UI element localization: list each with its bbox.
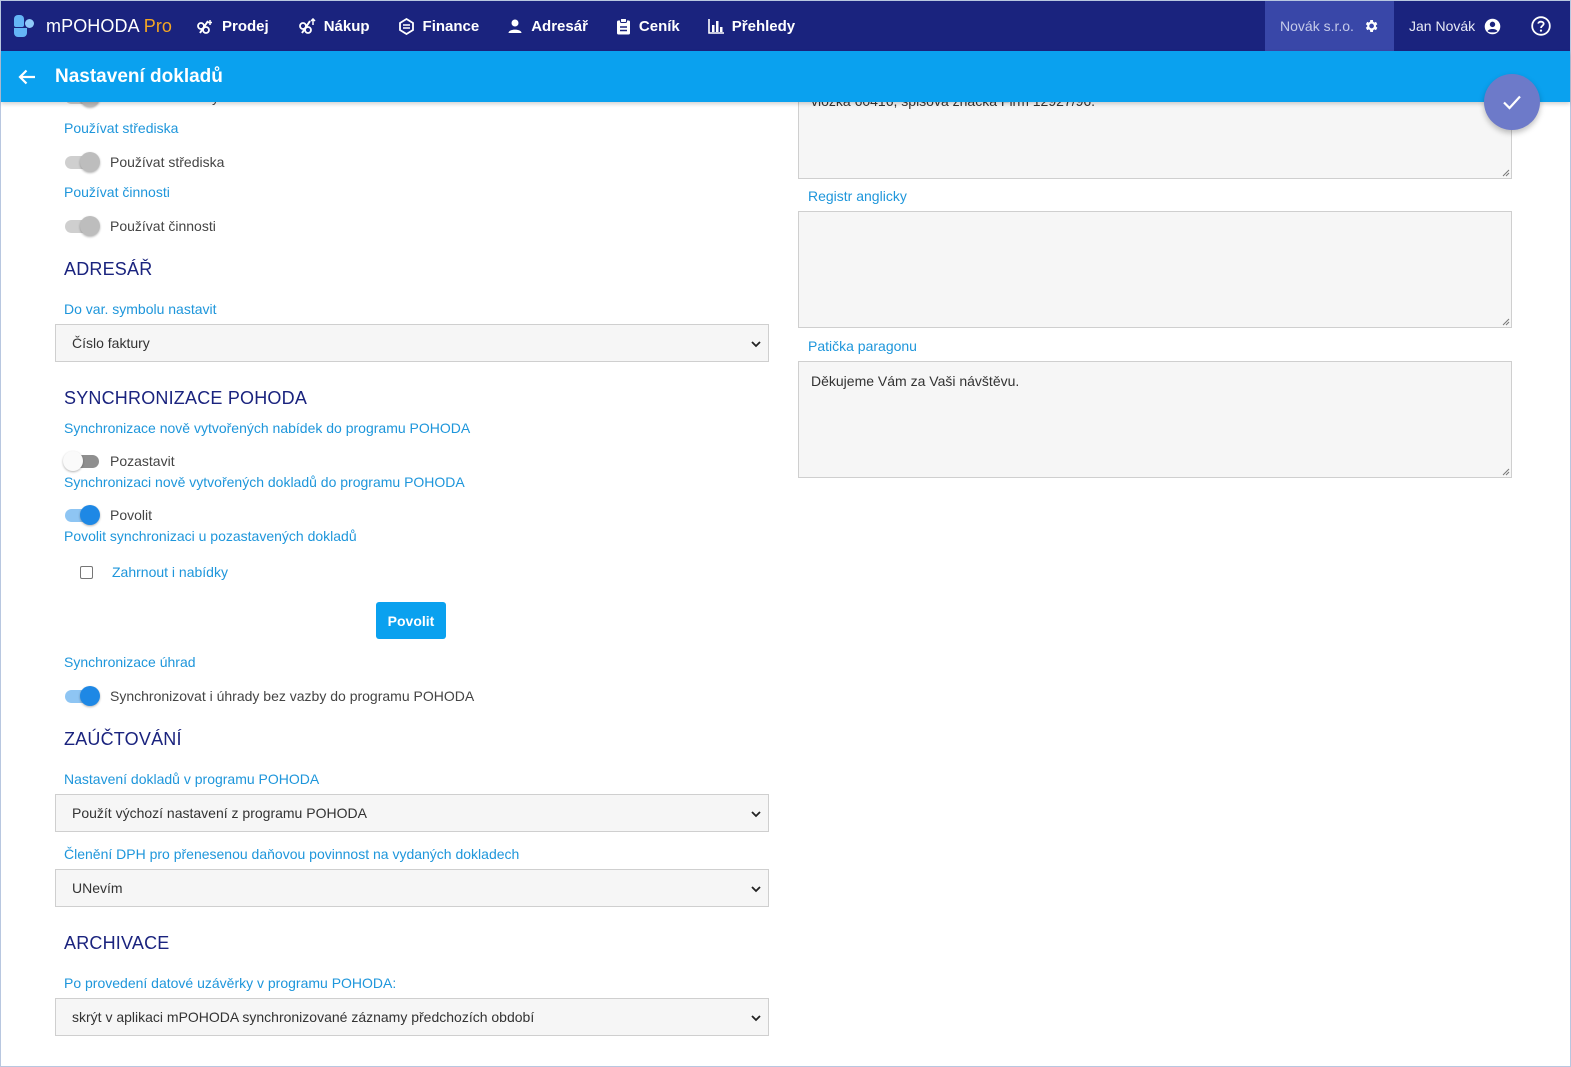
vat-breakdown-select[interactable]: UNevím [55, 869, 769, 907]
section-title-archivace: ARCHIVACE [64, 933, 170, 953]
payments-sync-toggle[interactable] [63, 685, 100, 707]
var-symbol-select[interactable]: Číslo faktury [55, 324, 769, 362]
strediska-toggle[interactable] [63, 151, 100, 173]
sales-icon [197, 19, 212, 34]
nav-item-finance[interactable]: Finance [384, 1, 494, 51]
toggle-row-strediska: Používat střediska [63, 151, 224, 173]
toggle-row-sync-docs: Povolit [63, 504, 152, 526]
toggle-label: Používat činnosti [110, 218, 216, 234]
pohoda-logo-icon [14, 14, 38, 38]
select-value: Číslo faktury [72, 335, 150, 351]
toggle-row-payments: Synchronizovat i úhrady bez vazby do pro… [63, 685, 474, 707]
payments-sync-label: Synchronizace úhrad [64, 654, 196, 670]
resize-grip-icon[interactable] [1501, 168, 1510, 177]
clipboard-icon [616, 17, 630, 34]
chevron-down-icon [751, 811, 761, 818]
receipt-footer-textarea[interactable]: Děkujeme Vám za Vaši návštěvu. [798, 361, 1512, 478]
section-title-adresar: ADRESÁŘ [64, 259, 153, 279]
nav-item-nakup[interactable]: Nákup [283, 1, 384, 51]
nav-item-prehledy[interactable]: Přehledy [694, 1, 809, 51]
chevron-down-icon [751, 341, 761, 348]
save-fab-button[interactable] [1484, 74, 1540, 130]
select-value: Použít výchozí nastavení z programu POHO… [72, 805, 367, 821]
vat-breakdown-label: Členění DPH pro přenesenou daňovou povin… [64, 846, 520, 862]
select-value: UNevím [72, 880, 123, 896]
company-name: Novák s.r.o. [1280, 18, 1354, 34]
nav-item-cenik[interactable]: Ceník [602, 1, 694, 51]
resize-grip-icon[interactable] [1501, 317, 1510, 326]
nav-label: Ceník [638, 17, 680, 35]
chevron-down-icon [751, 886, 761, 893]
nav-label: Adresář [531, 17, 588, 35]
purchase-icon [298, 17, 316, 34]
back-arrow-icon[interactable] [17, 67, 37, 87]
toggle-row-sync-offers: Pozastavit [63, 450, 175, 472]
closing-label: Po provedení datové uzávěrky v programu … [64, 975, 397, 991]
closing-select[interactable]: skrýt v aplikaci mPOHODA synchronizované… [55, 998, 769, 1036]
doc-settings-label: Nastavení dokladů v programu POHODA [64, 771, 320, 787]
cinnosti-toggle[interactable] [63, 215, 100, 237]
toggle-label: Pozastavit [110, 453, 175, 469]
register-en-label: Registr anglicky [808, 188, 907, 204]
cinnosti-heading: Používat činnosti [64, 184, 170, 200]
account-circle-icon [1484, 18, 1501, 34]
page-title: Nastavení dokladů [55, 65, 223, 87]
sync-docs-label: Synchronizaci nově vytvořených dokladů d… [64, 474, 465, 490]
select-value: skrýt v aplikaci mPOHODA synchronizované… [72, 1009, 535, 1025]
bar-chart-icon [707, 18, 724, 34]
strediska-heading: Používat střediska [64, 120, 179, 136]
checkbox-label: Zahrnout i nabídky [112, 564, 228, 580]
receipt-footer-label: Patička paragonu [808, 338, 917, 354]
toggle-label: Povolit [110, 507, 153, 523]
nav-item-prodej[interactable]: Prodej [191, 1, 283, 51]
toggle-label: Synchronizovat i úhrady bez vazby do pro… [110, 688, 475, 704]
nav-label: Nákup [323, 17, 370, 35]
chevron-down-icon [751, 1015, 761, 1022]
section-title-zauctovani: ZAÚČTOVÁNÍ [64, 729, 182, 749]
gear-icon [1365, 20, 1378, 32]
app-edition: Pro [143, 15, 173, 36]
nav-label: Přehledy [731, 17, 796, 35]
register-en-textarea[interactable] [798, 211, 1512, 328]
include-offers-checkbox-row[interactable]: Zahrnout i nabídky [80, 564, 228, 580]
enable-sync-button[interactable]: Povolit [376, 602, 446, 639]
textarea-value: Děkujeme Vám za Vaši návštěvu. [811, 373, 1020, 389]
nav-item-adresar[interactable]: Adresář [493, 1, 602, 51]
page-header: Nastavení dokladů [1, 51, 1570, 102]
toggle-row-cinnosti: Používat činnosti [63, 215, 216, 237]
include-offers-checkbox[interactable] [80, 565, 93, 579]
top-navigation-bar: mPOHODA Pro Prodej Nákup Finance Adresář … [1, 1, 1570, 51]
resize-grip-icon[interactable] [1501, 467, 1510, 476]
main-nav: Prodej Nákup Finance Adresář Ceník Přehl… [191, 1, 809, 51]
doc-settings-select[interactable]: Použít výchozí nastavení z programu POHO… [55, 794, 769, 832]
user-menu[interactable]: Jan Novák [1409, 1, 1501, 51]
var-symbol-label: Do var. symbolu nastavit [64, 301, 217, 317]
toggle-label: Používat střediska [110, 154, 225, 170]
app-logo[interactable]: mPOHODA Pro [1, 14, 191, 38]
paused-sync-label: Povolit synchronizaci u pozastavených do… [64, 528, 357, 544]
user-name: Jan Novák [1409, 18, 1476, 34]
finance-icon [398, 17, 414, 35]
sync-offers-label: Synchronizace nově vytvořených nabídek d… [64, 420, 471, 436]
company-selector[interactable]: Novák s.r.o. [1265, 1, 1394, 51]
sync-offers-toggle[interactable] [63, 450, 100, 472]
sync-docs-toggle[interactable] [63, 504, 100, 526]
help-icon[interactable] [1531, 16, 1551, 41]
person-icon [508, 19, 522, 33]
app-name: mPOHODA [46, 15, 140, 36]
nav-label: Finance [422, 17, 480, 35]
nav-label: Prodej [222, 17, 269, 35]
check-icon [1503, 95, 1521, 110]
section-title-sync: SYNCHRONIZACE POHODA [64, 388, 308, 408]
